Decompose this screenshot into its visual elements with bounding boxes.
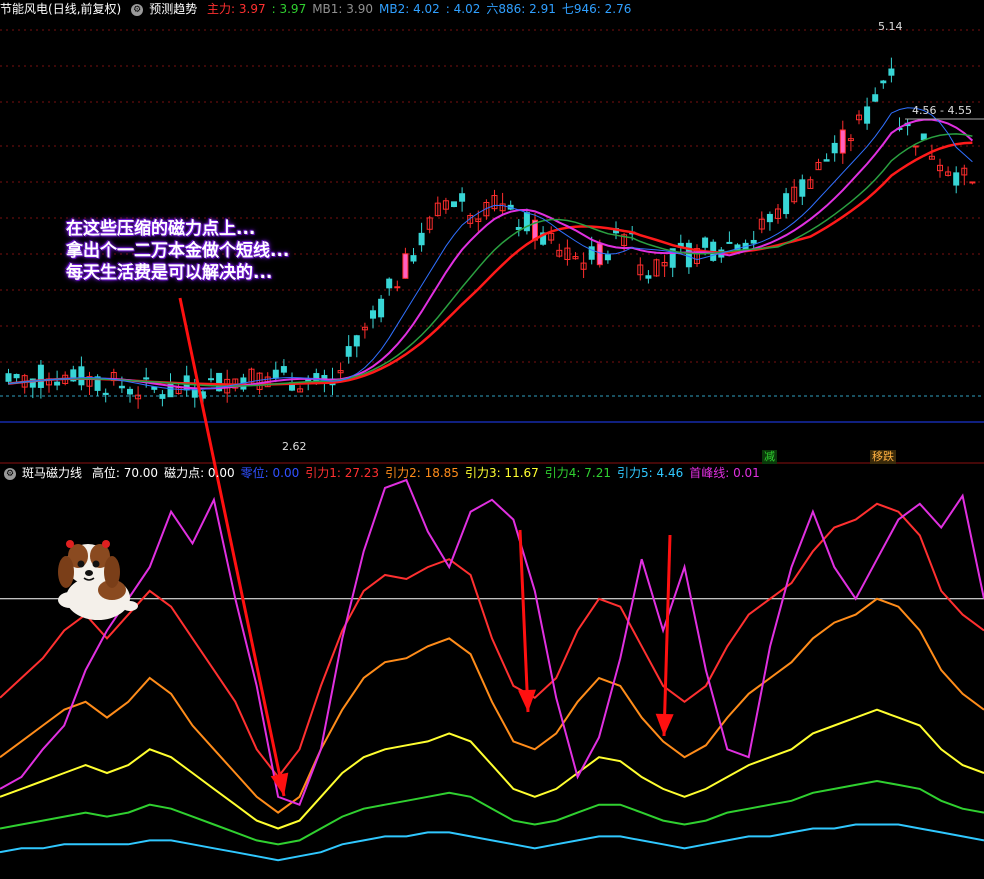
indicator-value: 七946: 2.76 [561,2,632,16]
gear-icon[interactable]: ⚙ [4,467,16,480]
indicator-value: : 4.02 [445,2,481,16]
candle-body [953,172,960,186]
candle-body [418,232,425,246]
candle-body [799,179,806,197]
candle-body [750,239,757,244]
chart-canvas: 5.14 4.56 - 4.55 2.62 [0,20,984,862]
candle-body [394,286,401,289]
candle-body [410,255,417,262]
candle-body [54,381,61,386]
candle-body [726,241,733,244]
candle-body [127,388,133,395]
annotation-line: 拿出个一二万本金做个短线... [66,241,290,261]
top-panel-header: 节能风电(日线,前复权) ⚙ 预测趋势 主力: 3.97 : 3.97 MB1: 3.9… [0,0,643,18]
candle-body [386,278,393,289]
candle-body [78,366,85,386]
stop-marker: 移跌 [870,450,896,464]
candle-body [645,275,652,279]
candle-body [143,377,150,380]
candle-body [118,385,125,389]
candle-body [378,298,385,318]
high-price-label: 5.14 [878,20,903,33]
arrow-pointer [518,529,537,713]
gear-icon[interactable]: ⚙ [131,3,144,16]
bottom-indicator-values: 高位: 70.00 磁力点: 0.00 零位: 0.00 引力1: 27.23 引力2:… [92,466,766,480]
indicator-value: 高位: 70.00 [91,466,159,480]
candle-body [159,394,166,399]
annotation-text: 在这些压缩的磁力点上... 拿出个一二万本金做个短线... 每天生活费是可以解决… [66,218,289,284]
indicator-value: 主力: 3.97 [207,2,266,16]
candle-body [272,369,279,379]
candle-body [459,193,466,202]
candle-body [864,106,871,124]
series-line [0,779,984,846]
stock-title[interactable]: 节能风电 [0,2,48,16]
candle-body [604,254,611,261]
candle-body [402,253,409,279]
candle-body [13,373,20,379]
indicator-value: : 3.97 [271,2,307,16]
candle-body [783,193,790,215]
candle-body [702,237,709,248]
puppy-sticker [58,540,138,620]
indicator-value: 引力3: 11.67 [464,466,539,480]
candle-body [37,364,44,388]
candle-body [831,142,838,154]
bottom-indicator-title[interactable]: 斑马磁力线 [22,466,82,480]
indicator-value: 引力4: 7.21 [544,466,612,480]
candle-body [102,392,109,395]
low-price-label: 2.62 [282,440,307,453]
arrow-pointer [655,534,674,737]
candle-body [880,80,887,84]
candle-body [839,129,846,154]
candle-body [872,94,879,102]
mid-price-label: 4.56 - 4.55 [912,104,972,117]
annotation-line: 每天生活费是可以解决的... [66,263,273,283]
candle-body [596,243,603,266]
candle-body [280,366,287,373]
indicator-value: 首峰线: 0.01 [689,466,760,480]
indicator-value: 磁力点: 0.00 [164,466,235,480]
candle-body [766,213,773,223]
candle-body [208,378,214,381]
series-line [0,823,984,862]
series-line [0,478,984,806]
candle-body [5,373,12,382]
indicator-value: 六886: 2.91 [486,2,556,16]
top-indicator-values: 主力: 3.97 : 3.97 MB1: 3.90 MB2: 4.02 : 4.02 六8… [207,2,637,16]
indicator-value: 引力2: 18.85 [385,466,459,480]
indicator-name[interactable]: 预测趋势 [149,2,197,16]
arrow-pointer [178,297,289,797]
candle-body [353,335,360,347]
indicator-value: MB2: 4.02 [379,2,440,16]
candle-body [345,346,352,357]
indicator-value: MB1: 3.90 [312,2,373,16]
indicator-value: 零位: 0.00 [240,466,300,480]
bottom-panel-header: ⚙ 斑马磁力线 高位: 70.00 磁力点: 0.00 零位: 0.00 引力1: 27… [0,464,772,482]
indicator-value: 引力1: 27.23 [305,466,380,480]
candle-body [823,159,830,162]
candle-body [888,68,895,76]
series-line [0,502,984,779]
series-line [0,708,984,830]
period-label: (日线,前复权) [48,2,122,16]
series-line [0,597,984,814]
candle-body [920,133,927,141]
indicator-value: 引力5: 4.46 [617,466,684,480]
candle-body [370,310,376,319]
candle-body [685,242,692,268]
candle-body [451,201,457,208]
annotation-line: 在这些压缩的磁力点上... [66,219,256,239]
reduce-marker: 减 [762,450,777,464]
candle-body [151,386,158,390]
